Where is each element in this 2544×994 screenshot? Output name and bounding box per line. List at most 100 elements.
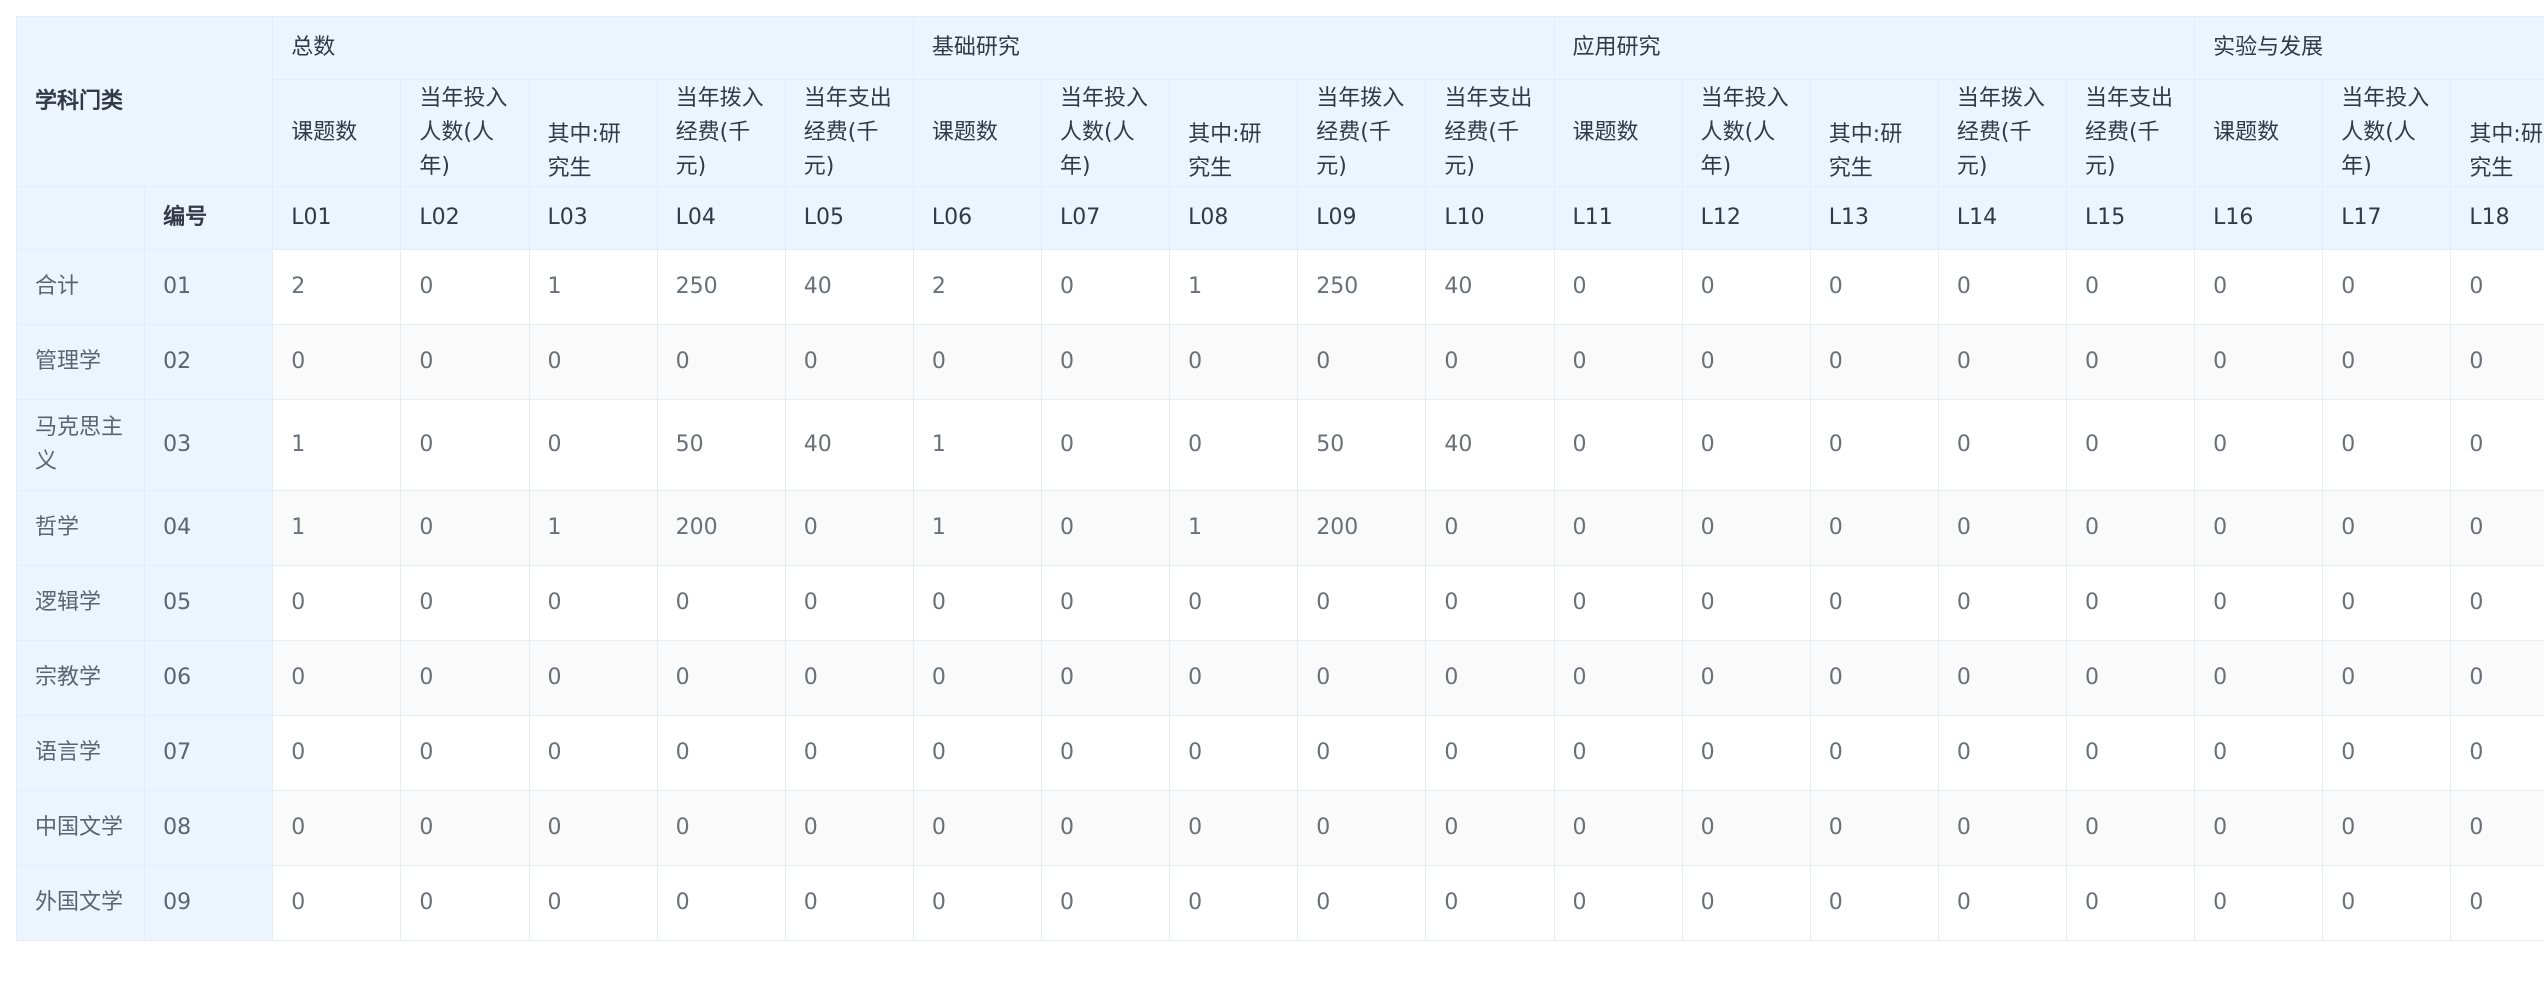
table-cell: 0	[2450, 324, 2544, 400]
row-discipline-name: 宗教学	[16, 640, 146, 716]
table-row: 逻辑学 05 0 0 0 0 0 0 0 0 0 0 0 0 0 0 0 0 0 0	[16, 565, 2544, 641]
table-cell: 0	[1681, 324, 1811, 400]
table-cell: 0	[1425, 715, 1555, 791]
table-cell: 0	[656, 640, 786, 716]
row-discipline-name: 逻辑学	[16, 565, 146, 641]
table-cell: 0	[1681, 249, 1811, 325]
table-cell: 1	[1169, 249, 1299, 325]
table-cell: 1	[1169, 490, 1299, 566]
table-cell: 0	[1809, 865, 1939, 941]
table-cell: 0	[2194, 715, 2324, 791]
table-cell: 2	[912, 249, 1043, 325]
table-row: 中国文学 08 0 0 0 0 0 0 0 0 0 0 0 0 0 0 0 0 0 0	[16, 790, 2544, 866]
group-header-applied-research: 应用研究	[1553, 16, 2196, 80]
table-cell: 0	[272, 565, 402, 641]
table-cell: 0	[1553, 324, 1683, 400]
table-cell: 0	[2450, 249, 2544, 325]
column-code: L04	[656, 186, 786, 250]
table-cell: 0	[1169, 640, 1299, 716]
table-body: 合计 01 2 0 1 250 40 2 0 1 250 40 0 0 0 0 0 0 0 0 管理学 02 0 0 0 0 0 0 0…	[16, 249, 2544, 941]
discipline-stats-table: 学科门类 总数 基础研究 应用研究 实验与发展 课题数 当年投入人数(人年) 其…	[16, 16, 2544, 941]
table-cell: 0	[528, 715, 658, 791]
table-cell: 1	[528, 249, 658, 325]
table-cell: 0	[1169, 399, 1299, 491]
table-cell: 0	[912, 640, 1043, 716]
column-code: L02	[400, 186, 530, 250]
table-cell: 0	[1809, 790, 1939, 866]
table-cell: 0	[2450, 790, 2544, 866]
table-cell: 0	[1553, 865, 1683, 941]
row-discipline-name: 合计	[16, 249, 146, 325]
table-cell: 0	[400, 790, 530, 866]
row-code: 01	[144, 249, 274, 325]
table-cell: 0	[1809, 715, 1939, 791]
group-header-row: 学科门类 总数 基础研究 应用研究 实验与发展	[16, 16, 2544, 187]
table-cell: 0	[2322, 399, 2452, 491]
table-cell: 0	[2194, 565, 2324, 641]
table-cell: 0	[1297, 790, 1427, 866]
table-cell: 0	[1553, 249, 1683, 325]
table-cell: 50	[1297, 399, 1427, 491]
table-cell: 0	[1553, 565, 1683, 641]
table-cell: 0	[1553, 715, 1683, 791]
sub-header-funds-out: 当年支出经费(千元)	[1425, 79, 1555, 187]
table-cell: 0	[1169, 790, 1299, 866]
table-cell: 0	[2194, 640, 2324, 716]
table-cell: 0	[528, 324, 658, 400]
table-cell: 0	[1041, 865, 1171, 941]
row-code: 02	[144, 324, 274, 400]
sub-header-funds-out: 当年支出经费(千元)	[2066, 79, 2196, 187]
table-cell: 0	[2322, 490, 2452, 566]
table-cell: 200	[656, 490, 786, 566]
sub-header-people: 当年投入人数(人年)	[2322, 79, 2452, 187]
table-cell: 0	[1041, 565, 1171, 641]
column-code: L09	[1297, 186, 1427, 250]
column-code: L17	[2322, 186, 2452, 250]
table-cell: 40	[784, 399, 914, 491]
row-code: 03	[144, 399, 274, 491]
table-cell: 0	[1937, 399, 2068, 491]
table-cell: 0	[1553, 490, 1683, 566]
table-row: 外国文学 09 0 0 0 0 0 0 0 0 0 0 0 0 0 0 0 0 0 0	[16, 865, 2544, 941]
table-cell: 0	[1553, 399, 1683, 491]
table-cell: 0	[528, 640, 658, 716]
column-code: L14	[1937, 186, 2068, 250]
row-discipline-name: 语言学	[16, 715, 146, 791]
table-cell: 0	[1041, 399, 1171, 491]
table-cell: 0	[1553, 790, 1683, 866]
sub-header-funds-in: 当年拨入经费(千元)	[656, 79, 786, 187]
table-cell: 0	[912, 790, 1043, 866]
table-cell: 0	[1937, 565, 2068, 641]
table-row: 合计 01 2 0 1 250 40 2 0 1 250 40 0 0 0 0 0 0 0 0	[16, 249, 2544, 325]
table-cell: 0	[1809, 640, 1939, 716]
table-cell: 0	[656, 565, 786, 641]
table-cell: 200	[1297, 490, 1427, 566]
table-cell: 0	[1425, 865, 1555, 941]
row-discipline-name: 管理学	[16, 324, 146, 400]
table-cell: 0	[784, 640, 914, 716]
sub-header-topics: 课题数	[272, 79, 402, 187]
table-cell: 0	[1937, 249, 2068, 325]
code-row-blank	[16, 186, 146, 250]
table-cell: 0	[1297, 565, 1427, 641]
sub-header-funds-in: 当年拨入经费(千元)	[1297, 79, 1427, 187]
table-cell: 0	[528, 865, 658, 941]
table-cell: 0	[1681, 565, 1811, 641]
table-cell: 0	[1425, 565, 1555, 641]
corner-header: 学科门类	[16, 16, 274, 187]
table-cell: 0	[1681, 490, 1811, 566]
table-cell: 0	[656, 790, 786, 866]
stats-table-container[interactable]: 学科门类 总数 基础研究 应用研究 实验与发展 课题数 当年投入人数(人年) 其…	[16, 16, 2544, 994]
table-cell: 0	[2066, 490, 2196, 566]
table-row: 管理学 02 0 0 0 0 0 0 0 0 0 0 0 0 0 0 0 0 0 0	[16, 324, 2544, 400]
table-cell: 0	[912, 324, 1043, 400]
table-cell: 0	[2066, 399, 2196, 491]
table-cell: 0	[784, 565, 914, 641]
table-cell: 0	[1809, 399, 1939, 491]
table-cell: 0	[1297, 715, 1427, 791]
table-cell: 0	[1425, 324, 1555, 400]
table-cell: 0	[656, 715, 786, 791]
row-code: 09	[144, 865, 274, 941]
row-discipline-name: 外国文学	[16, 865, 146, 941]
table-cell: 1	[272, 399, 402, 491]
